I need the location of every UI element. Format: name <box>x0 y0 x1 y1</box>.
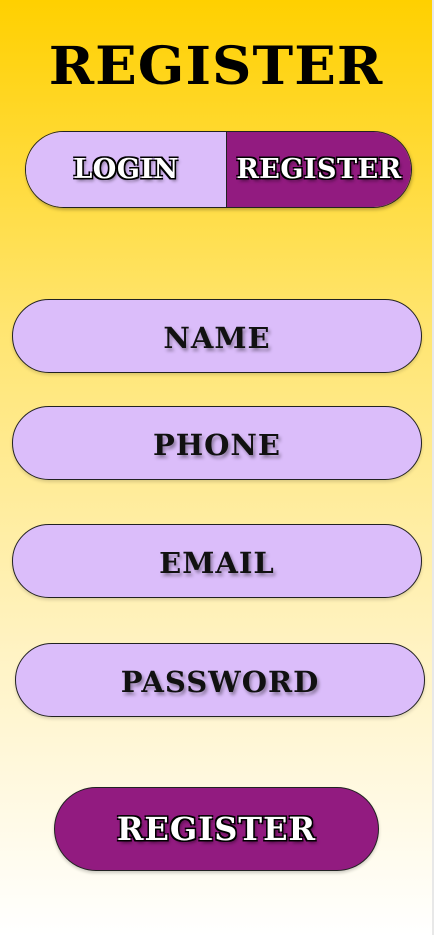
register-screen: REGISTER LOGIN REGISTER NAME PHONE EMAIL… <box>0 0 432 935</box>
phone-placeholder: PHONE <box>152 428 282 462</box>
email-field[interactable]: EMAIL <box>12 524 422 598</box>
register-button[interactable]: REGISTER <box>54 787 379 871</box>
email-placeholder: EMAIL <box>159 546 275 580</box>
password-field[interactable]: PASSWORD <box>15 643 425 717</box>
name-field[interactable]: NAME <box>12 299 422 373</box>
password-placeholder: PASSWORD <box>120 665 320 699</box>
tab-register[interactable]: REGISTER <box>227 132 411 207</box>
auth-toggle: LOGIN REGISTER <box>25 131 412 208</box>
name-placeholder: NAME <box>163 321 271 355</box>
phone-field[interactable]: PHONE <box>12 406 422 480</box>
page-title: REGISTER <box>48 36 384 97</box>
tab-login[interactable]: LOGIN <box>26 132 227 207</box>
